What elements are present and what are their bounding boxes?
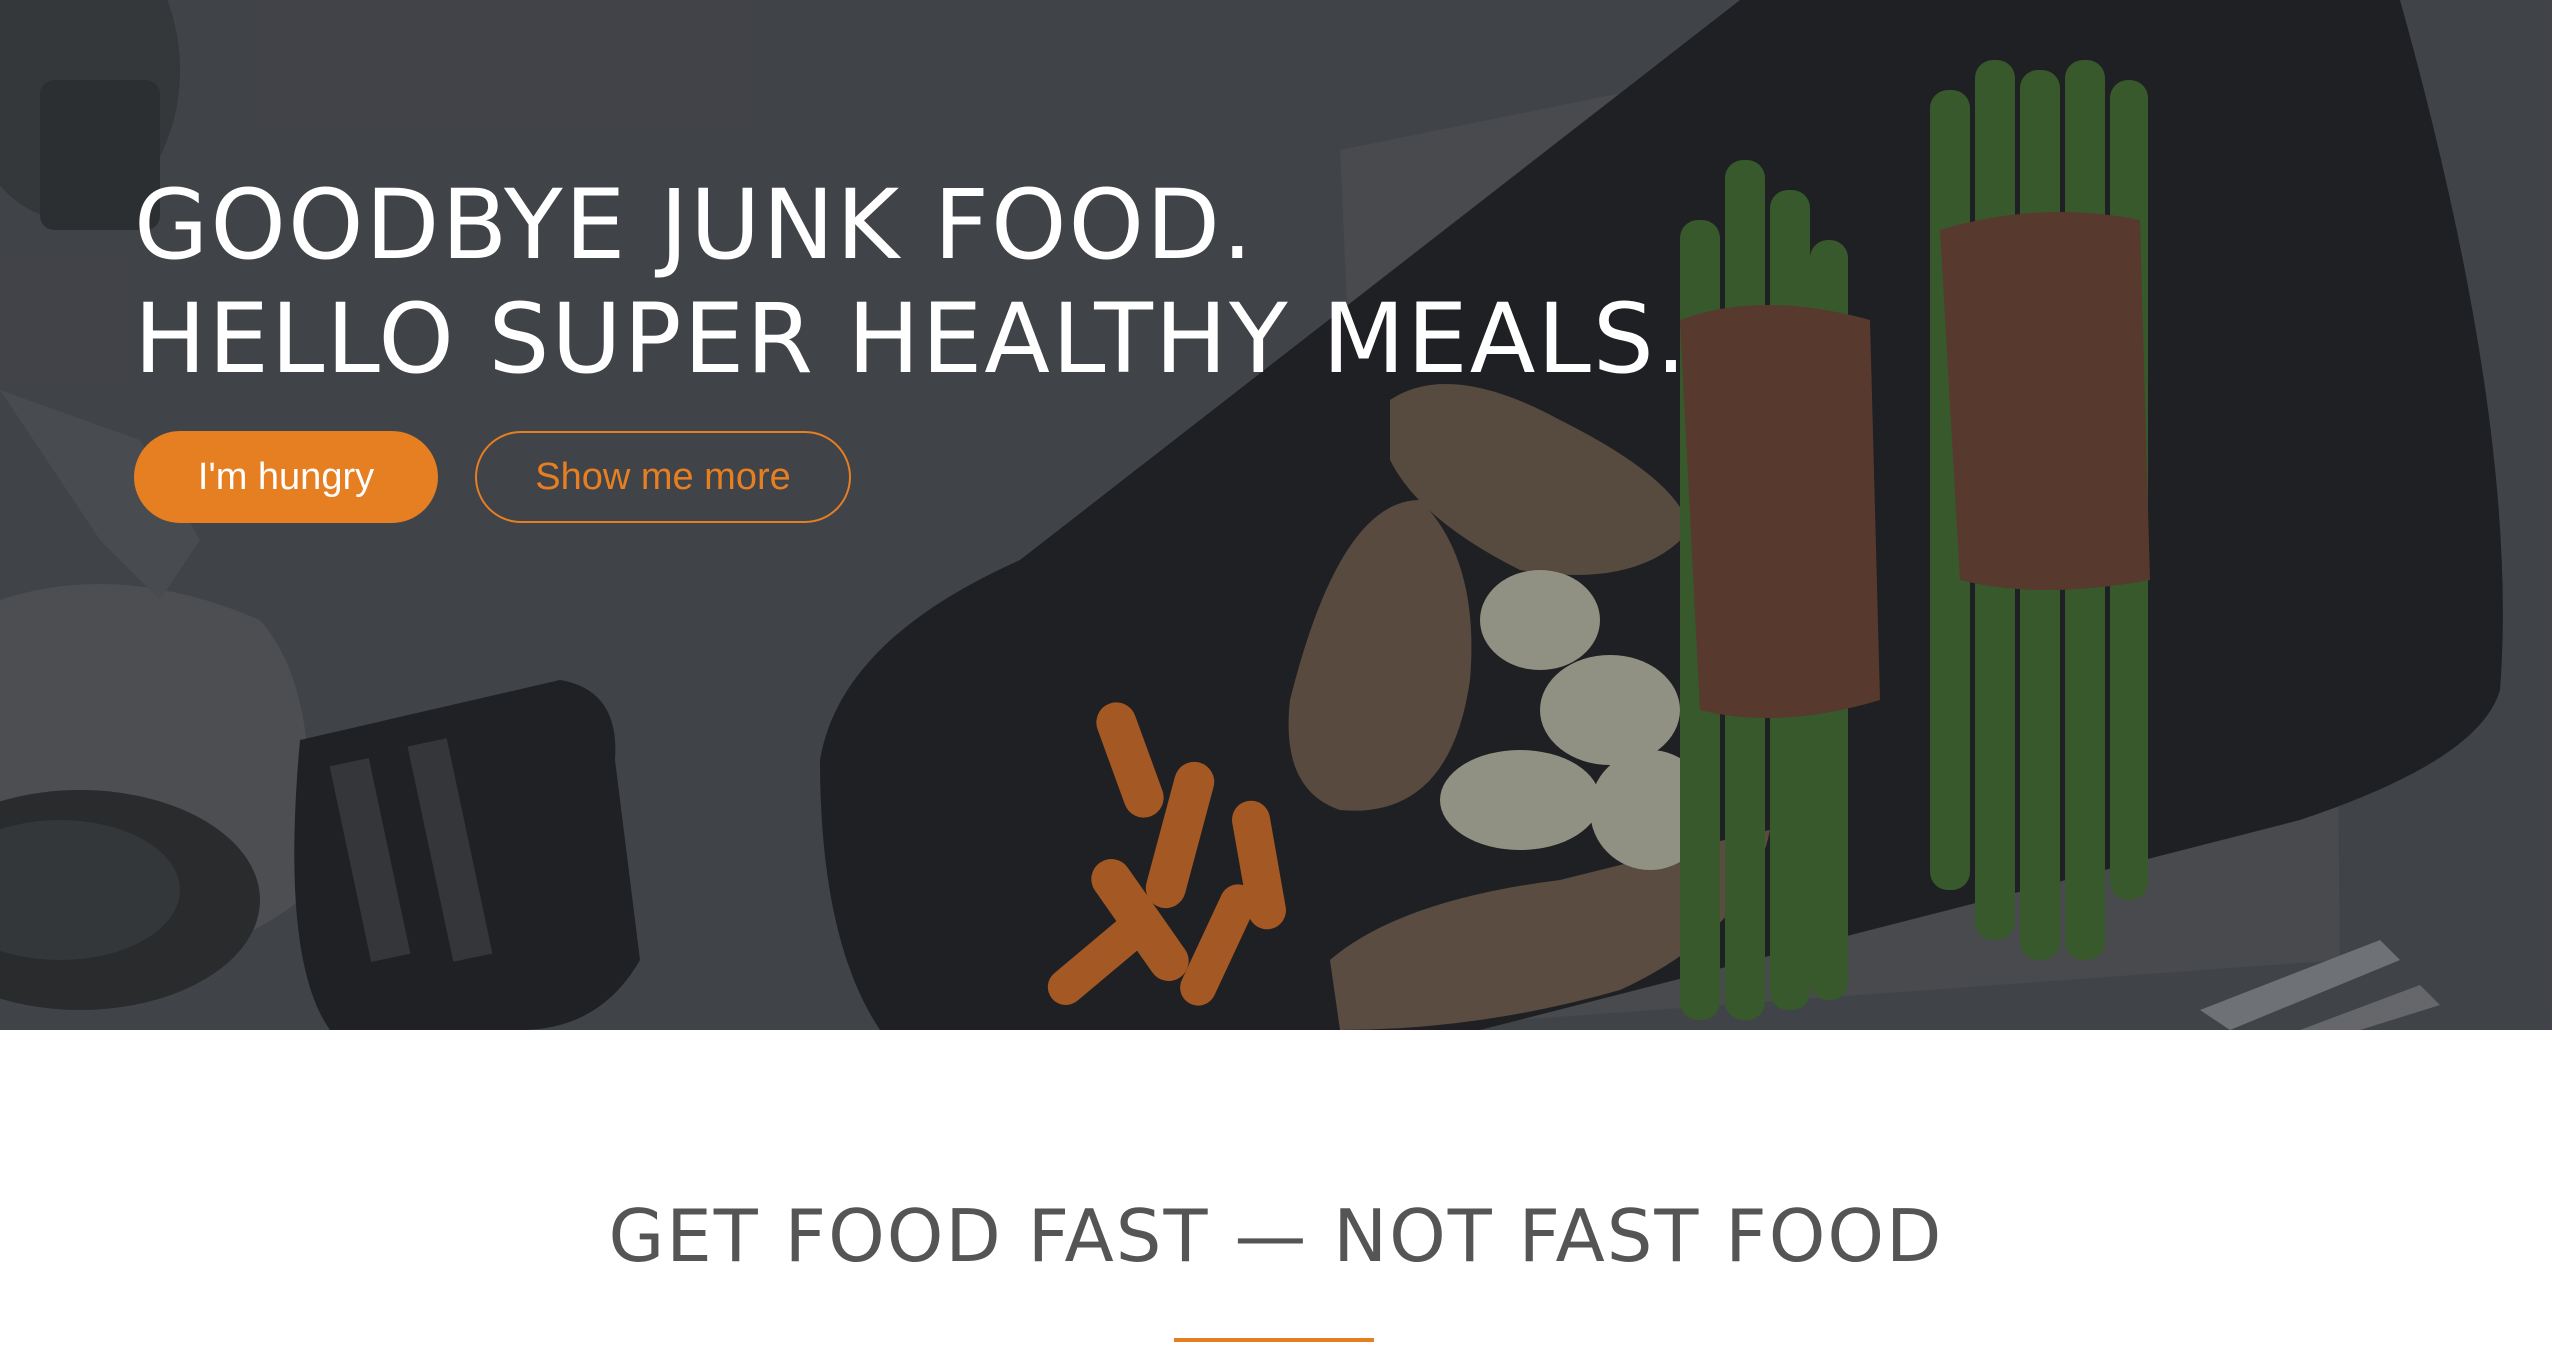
im-hungry-button[interactable]: I'm hungry xyxy=(134,431,438,523)
show-me-more-button[interactable]: Show me more xyxy=(475,431,851,523)
hero-headline: GOODBYE JUNK FOOD. HELLO SUPER HEALTHY M… xyxy=(134,168,1688,396)
headline-line-1: GOODBYE JUNK FOOD. xyxy=(134,169,1255,281)
hero-section: GOODBYE JUNK FOOD. HELLO SUPER HEALTHY M… xyxy=(0,0,2552,1030)
headline-line-2: HELLO SUPER HEALTHY MEALS. xyxy=(134,283,1689,395)
section-divider xyxy=(1174,1338,1374,1342)
section-title: GET FOOD FAST — NOT FAST FOOD xyxy=(608,1194,1944,1278)
